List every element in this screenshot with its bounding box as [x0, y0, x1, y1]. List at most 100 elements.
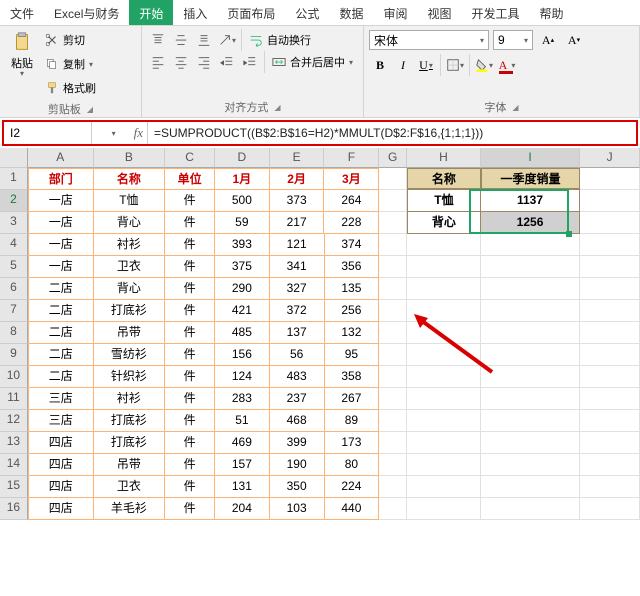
cell[interactable] — [481, 476, 581, 498]
data-cell[interactable]: 500 — [215, 190, 270, 212]
data-cell[interactable]: 485 — [215, 322, 270, 344]
data-cell[interactable]: 件 — [165, 212, 215, 234]
underline-button[interactable]: U▾ — [415, 55, 437, 75]
data-cell[interactable]: 件 — [165, 300, 215, 322]
data-cell[interactable]: 393 — [215, 234, 270, 256]
data-cell[interactable]: 89 — [325, 410, 380, 432]
row-header-3[interactable]: 3 — [0, 212, 28, 234]
data-cell[interactable]: 341 — [270, 256, 325, 278]
data-cell[interactable]: 件 — [165, 278, 215, 300]
cell[interactable] — [481, 432, 581, 454]
cell[interactable] — [407, 432, 481, 454]
cell[interactable] — [580, 256, 640, 278]
data-cell[interactable]: 羊毛衫 — [94, 498, 166, 520]
data-cell[interactable]: 156 — [215, 344, 270, 366]
row-header-4[interactable]: 4 — [0, 234, 28, 256]
data-cell[interactable]: 173 — [325, 432, 380, 454]
data-cell[interactable]: 374 — [325, 234, 380, 256]
side-header-cell[interactable]: 一季度销量 — [481, 168, 581, 190]
cell[interactable] — [379, 300, 407, 322]
row-header-10[interactable]: 10 — [0, 366, 28, 388]
data-cell[interactable]: 440 — [325, 498, 380, 520]
main-header-cell[interactable]: 部门 — [28, 168, 94, 190]
data-cell[interactable]: 290 — [215, 278, 270, 300]
col-header-C[interactable]: C — [165, 148, 215, 168]
data-cell[interactable]: 469 — [215, 432, 270, 454]
cell[interactable] — [481, 344, 581, 366]
font-name-select[interactable]: 宋体▾ — [369, 30, 489, 50]
data-cell[interactable]: 421 — [215, 300, 270, 322]
main-header-cell[interactable]: 3月 — [324, 168, 379, 190]
cell[interactable] — [481, 256, 581, 278]
data-cell[interactable]: 135 — [325, 278, 380, 300]
side-name-cell[interactable]: 背心 — [407, 212, 481, 234]
data-cell[interactable]: 二店 — [28, 344, 94, 366]
data-cell[interactable]: 四店 — [28, 476, 94, 498]
orientation-button[interactable]: ▾ — [216, 30, 238, 50]
copy-button[interactable]: 复制 ▾ — [41, 53, 100, 75]
align-middle-button[interactable] — [170, 30, 192, 50]
cell[interactable] — [580, 212, 640, 234]
data-cell[interactable]: 483 — [270, 366, 325, 388]
row-header-2[interactable]: 2 — [0, 190, 28, 212]
data-cell[interactable]: 372 — [270, 300, 325, 322]
data-cell[interactable]: 件 — [165, 498, 215, 520]
italic-button[interactable]: I — [392, 55, 414, 75]
cell[interactable] — [580, 388, 640, 410]
cell[interactable] — [580, 366, 640, 388]
data-cell[interactable]: 打底衫 — [94, 300, 166, 322]
data-cell[interactable]: 103 — [270, 498, 325, 520]
cell[interactable] — [407, 344, 481, 366]
data-cell[interactable]: 137 — [270, 322, 325, 344]
spreadsheet-grid[interactable]: ABCDEFGHIJ1部门名称单位1月2月3月名称一季度销量2一店T恤件5003… — [0, 148, 640, 520]
data-cell[interactable]: 一店 — [28, 212, 94, 234]
select-all-corner[interactable] — [0, 148, 28, 168]
cell[interactable] — [580, 300, 640, 322]
cell[interactable] — [379, 388, 407, 410]
cell[interactable] — [481, 278, 581, 300]
main-header-cell[interactable]: 2月 — [270, 168, 325, 190]
name-box-dropdown[interactable]: ▾ — [112, 129, 116, 138]
merge-center-button[interactable]: 合并后居中 ▾ — [268, 51, 357, 73]
cell[interactable] — [379, 190, 407, 212]
col-header-B[interactable]: B — [94, 148, 166, 168]
data-cell[interactable]: 衬衫 — [94, 388, 166, 410]
cell[interactable] — [379, 256, 407, 278]
data-cell[interactable]: 件 — [165, 322, 215, 344]
bold-button[interactable]: B — [369, 55, 391, 75]
menu-item-8[interactable]: 视图 — [417, 0, 461, 25]
cell[interactable] — [481, 454, 581, 476]
menu-item-1[interactable]: Excel与财务 — [44, 0, 129, 25]
name-box[interactable]: I2 — [4, 122, 92, 144]
cell[interactable] — [379, 366, 407, 388]
cell[interactable] — [379, 322, 407, 344]
row-header-13[interactable]: 13 — [0, 432, 28, 454]
data-cell[interactable]: 吊带 — [94, 454, 166, 476]
cell[interactable] — [481, 498, 581, 520]
data-cell[interactable]: 350 — [270, 476, 325, 498]
border-button[interactable]: ▾ — [444, 55, 466, 75]
data-cell[interactable]: 375 — [215, 256, 270, 278]
cell[interactable] — [580, 344, 640, 366]
cell[interactable] — [580, 322, 640, 344]
data-cell[interactable]: 雪纺衫 — [94, 344, 166, 366]
col-header-J[interactable]: J — [580, 148, 640, 168]
data-cell[interactable]: 二店 — [28, 366, 94, 388]
data-cell[interactable]: 卫衣 — [94, 256, 166, 278]
cell[interactable] — [379, 234, 407, 256]
align-center-button[interactable] — [170, 52, 192, 72]
row-header-15[interactable]: 15 — [0, 476, 28, 498]
cell[interactable] — [580, 278, 640, 300]
row-header-8[interactable]: 8 — [0, 322, 28, 344]
col-header-A[interactable]: A — [28, 148, 94, 168]
data-cell[interactable]: 一店 — [28, 190, 94, 212]
row-header-12[interactable]: 12 — [0, 410, 28, 432]
fill-handle[interactable] — [566, 231, 572, 237]
data-cell[interactable]: 背心 — [94, 278, 166, 300]
cell[interactable] — [379, 278, 407, 300]
main-header-cell[interactable]: 1月 — [215, 168, 270, 190]
data-cell[interactable]: 件 — [165, 256, 215, 278]
data-cell[interactable]: 204 — [215, 498, 270, 520]
align-top-button[interactable] — [147, 30, 169, 50]
menu-item-0[interactable]: 文件 — [0, 0, 44, 25]
